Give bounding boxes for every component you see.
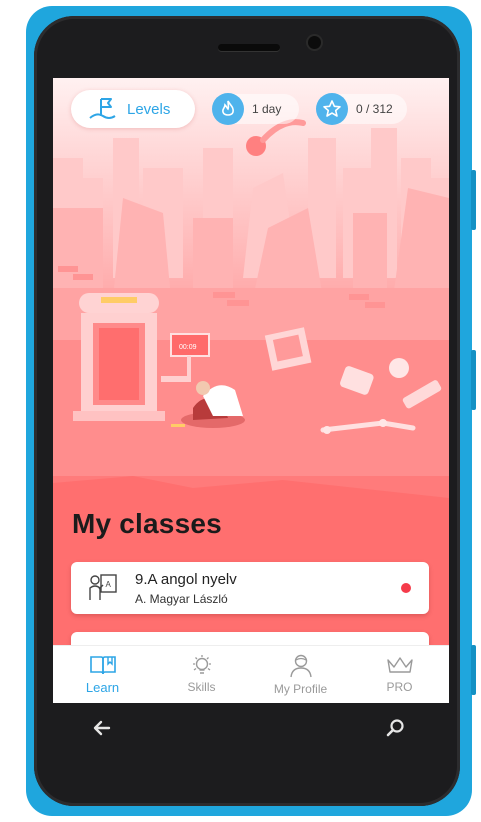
- nav-learn-label: Learn: [85, 680, 120, 695]
- flag-icon: [89, 98, 116, 119]
- nav-learn[interactable]: Learn: [53, 646, 152, 703]
- side-button: [471, 170, 476, 230]
- ruined-city-illustration: 00:09: [53, 119, 449, 518]
- streak-indicator[interactable]: 1 day: [212, 93, 299, 125]
- class-title: 9.A angol nyelv: [135, 571, 237, 588]
- star-icon: [316, 93, 348, 125]
- fire-icon: [212, 93, 244, 125]
- app-screen: 00:09 Levels 1 day 0 / 312 My classes A …: [53, 78, 449, 703]
- person-icon: [289, 654, 312, 678]
- levels-label: Levels: [127, 100, 171, 118]
- nav-pro[interactable]: PRO: [350, 646, 449, 703]
- timer-display: 00:09: [179, 344, 197, 351]
- book-icon: [89, 656, 116, 675]
- bottom-navigation: Learn Skills My Profile PRO: [53, 645, 449, 703]
- nav-skills-label: Skills: [187, 680, 216, 694]
- streak-label: 1 day: [252, 102, 282, 116]
- side-button: [471, 350, 476, 410]
- hero-illustration: 00:09: [53, 78, 449, 518]
- side-button: [471, 645, 476, 695]
- phone-speaker: [218, 44, 280, 51]
- stars-label: 0 / 312: [356, 102, 393, 116]
- nav-pro-label: PRO: [386, 680, 413, 694]
- notification-dot: [401, 583, 411, 593]
- teacher-icon: A: [89, 574, 117, 600]
- stars-indicator[interactable]: 0 / 312: [316, 93, 407, 125]
- nav-skills[interactable]: Skills: [152, 646, 251, 703]
- svg-text:A: A: [106, 580, 112, 589]
- search-icon[interactable]: [386, 718, 406, 738]
- nav-profile-label: My Profile: [273, 682, 328, 696]
- class-teacher: A. Magyar László: [135, 592, 228, 606]
- class-card[interactable]: A 9.A angol nyelv A. Magyar László: [71, 562, 429, 614]
- lightbulb-icon: [192, 655, 211, 674]
- crown-icon: [386, 657, 413, 673]
- nav-profile[interactable]: My Profile: [251, 646, 350, 703]
- levels-button[interactable]: Levels: [71, 90, 195, 128]
- phone-camera: [308, 36, 321, 49]
- classes-title: My classes: [72, 508, 222, 539]
- back-arrow-icon[interactable]: [92, 718, 112, 738]
